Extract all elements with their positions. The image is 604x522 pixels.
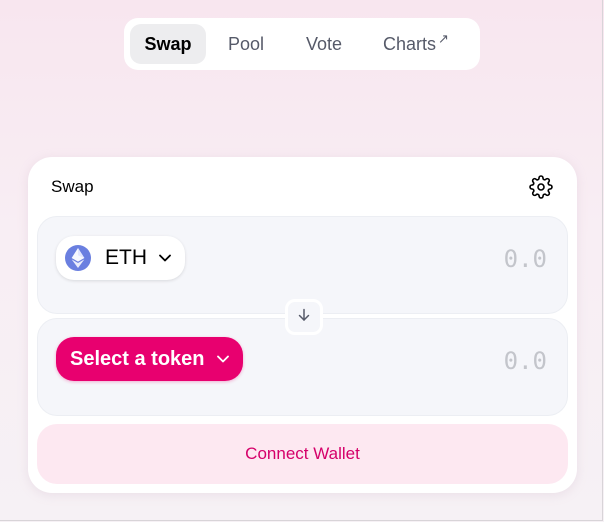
select-token-label: Select a token: [70, 347, 205, 370]
arrow-down-icon: [297, 308, 311, 327]
swap-card: Swap ETH 0.0 Select a token 0.0 Connect …: [28, 157, 577, 493]
gear-icon[interactable]: [528, 174, 554, 200]
switch-direction-button[interactable]: [285, 299, 323, 335]
select-token-button[interactable]: Select a token: [56, 337, 243, 381]
chevron-down-icon: [216, 350, 229, 368]
nav-tab-swap-label: Swap: [144, 33, 192, 54]
input-token-selector[interactable]: ETH: [56, 236, 185, 280]
arrow-up-right-icon: ↗: [438, 31, 449, 46]
nav-tab-vote-label: Vote: [305, 33, 343, 54]
nav-tab-pool-label: Pool: [227, 33, 265, 54]
eth-logo-icon: [65, 245, 91, 271]
nav-tab-pool[interactable]: Pool: [208, 24, 284, 64]
output-amount-field[interactable]: [407, 345, 547, 377]
nav-tab-vote[interactable]: Vote: [286, 24, 362, 64]
top-nav: Swap Pool Vote Charts ↗: [124, 18, 480, 70]
nav-tab-swap[interactable]: Swap: [130, 24, 206, 64]
chevron-down-icon: [159, 249, 171, 267]
connect-wallet-button[interactable]: Connect Wallet: [37, 424, 568, 484]
connect-wallet-label: Connect Wallet: [245, 444, 360, 463]
input-amount-field[interactable]: [407, 243, 547, 275]
swap-card-title: Swap: [51, 177, 94, 196]
input-token-symbol: ETH: [105, 246, 147, 269]
nav-tab-charts-label: Charts: [383, 33, 437, 54]
nav-tab-charts[interactable]: Charts ↗: [364, 24, 468, 64]
